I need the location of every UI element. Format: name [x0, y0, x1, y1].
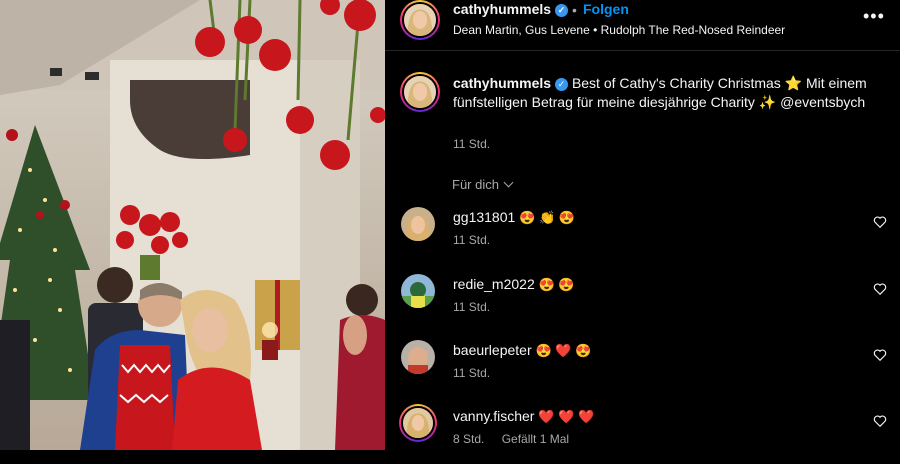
- author-username-text[interactable]: cathyhummels: [453, 1, 551, 17]
- comment-emoji: 😍 👏 😍: [519, 210, 575, 225]
- commenter-username[interactable]: vanny.fischer: [453, 408, 534, 424]
- commenter-username[interactable]: redie_m2022: [453, 276, 535, 292]
- verified-badge-icon: ✓: [555, 78, 569, 91]
- comment-text: gg131801 😍 👏 😍: [453, 209, 575, 226]
- party-photo-illustration: [0, 0, 385, 450]
- commenter-username[interactable]: baeurlepeter: [453, 342, 532, 358]
- comment-timestamp[interactable]: 11 Std.: [453, 233, 490, 247]
- author-avatar[interactable]: [400, 0, 440, 40]
- header-separator: •: [572, 2, 577, 18]
- caption-avatar[interactable]: [400, 72, 440, 112]
- comment-text: redie_m2022 😍 😍: [453, 276, 575, 293]
- comments-filter-dropdown[interactable]: Für dich: [452, 177, 514, 192]
- commenter-avatar[interactable]: [399, 404, 437, 442]
- comment-text: baeurlepeter 😍 ❤️ 😍: [453, 342, 591, 359]
- heart-outline-icon[interactable]: [873, 348, 887, 362]
- comment-emoji: ❤️ ❤️ ❤️: [538, 409, 595, 424]
- verified-badge-icon: ✓: [555, 4, 569, 17]
- comment-timestamp[interactable]: 11 Std.: [453, 300, 490, 314]
- comment-item: vanny.fischer ❤️ ❤️ ❤️ 8 Std. Gefällt 1 …: [385, 404, 900, 464]
- more-options-icon[interactable]: •••: [863, 6, 885, 27]
- comments-filter-label: Für dich: [452, 177, 499, 192]
- comment-timestamp[interactable]: 11 Std.: [453, 366, 490, 380]
- commenter-avatar[interactable]: [401, 207, 435, 241]
- instagram-post-view: cathyhummels ✓ • Folgen Dean Martin, Gus …: [0, 0, 900, 450]
- commenter-avatar-photo: [403, 408, 433, 438]
- heart-outline-icon[interactable]: [873, 414, 887, 428]
- caption-username[interactable]: cathyhummels: [453, 75, 551, 91]
- comment-emoji: 😍 ❤️ 😍: [535, 343, 592, 358]
- comment-meta: 11 Std.: [453, 300, 490, 314]
- comment-text: vanny.fischer ❤️ ❤️ ❤️: [453, 408, 594, 425]
- chevron-down-icon: [503, 177, 514, 188]
- heart-outline-icon[interactable]: [873, 282, 887, 296]
- commenter-avatar-photo: [401, 207, 435, 241]
- comment-emoji: 😍 😍: [538, 277, 575, 292]
- comment-meta: 8 Std. Gefällt 1 Mal: [453, 432, 569, 446]
- caption-avatar-photo: [404, 76, 436, 108]
- commenter-username[interactable]: gg131801: [453, 209, 515, 225]
- comment-item: gg131801 😍 👏 😍 11 Std.: [385, 205, 900, 265]
- comment-timestamp[interactable]: 8 Std.: [453, 432, 484, 446]
- post-photo[interactable]: [0, 0, 385, 450]
- heart-outline-icon[interactable]: [873, 215, 887, 229]
- comment-likes-count[interactable]: Gefällt 1 Mal: [502, 432, 569, 446]
- follow-button[interactable]: Folgen: [583, 1, 629, 17]
- comment-item: redie_m2022 😍 😍 11 Std.: [385, 272, 900, 332]
- comment-meta: 11 Std.: [453, 366, 490, 380]
- commenter-avatar[interactable]: [401, 274, 435, 308]
- comment-meta: 11 Std.: [453, 233, 490, 247]
- comment-item: baeurlepeter 😍 ❤️ 😍 11 Std.: [385, 338, 900, 398]
- post-caption: cathyhummels ✓ Best of Cathy's Charity Ch…: [453, 74, 873, 112]
- author-avatar-photo: [404, 4, 436, 36]
- commenter-avatar-photo: [401, 274, 435, 308]
- audio-track-link[interactable]: Dean Martin, Gus Levene • Rudolph The Re…: [453, 23, 785, 37]
- caption-timestamp[interactable]: 11 Std.: [453, 137, 490, 151]
- post-side-panel: cathyhummels ✓ • Folgen Dean Martin, Gus …: [385, 0, 900, 450]
- header-divider: [385, 50, 900, 51]
- commenter-avatar[interactable]: [401, 340, 435, 374]
- commenter-avatar-photo: [401, 340, 435, 374]
- author-username[interactable]: cathyhummels ✓: [453, 1, 569, 17]
